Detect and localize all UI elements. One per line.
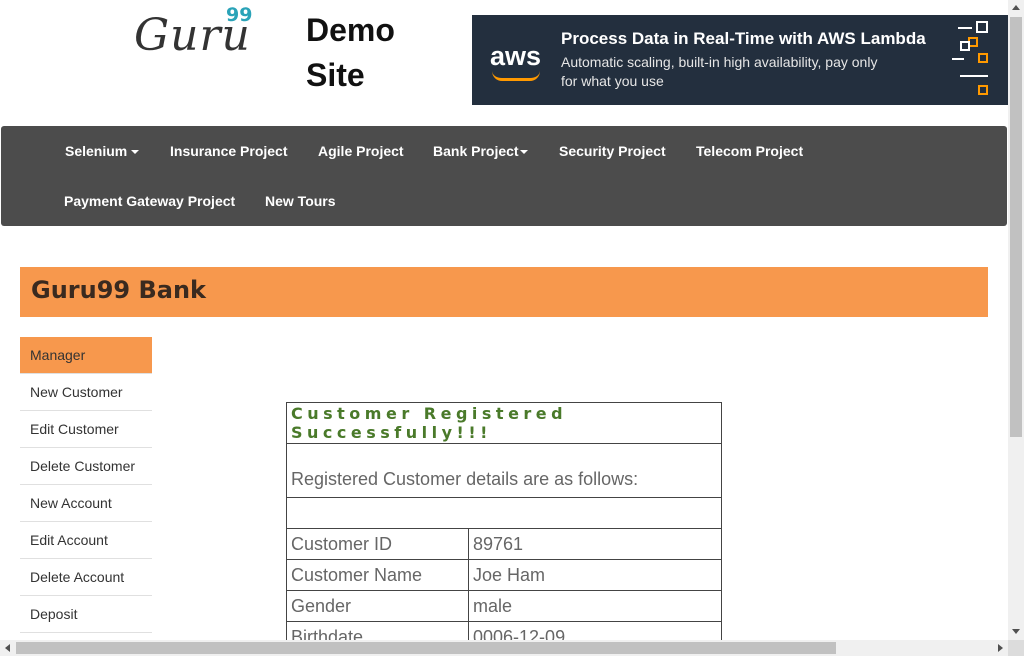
sidebar-item-new-account[interactable]: New Account — [20, 485, 152, 522]
bank-title: Guru99 Bank — [31, 276, 206, 304]
logo-superscript: 99 — [226, 4, 253, 26]
scroll-left-icon[interactable] — [5, 644, 10, 652]
caret-down-icon — [131, 150, 140, 155]
nav-item-security-project[interactable]: Security Project — [559, 143, 666, 159]
ad-subtext: Automatic scaling, built-in high availab… — [561, 54, 878, 89]
customer-details-table: Customer Registered Successfully!!! Regi… — [286, 402, 722, 653]
nav-item-agile-project[interactable]: Agile Project — [318, 143, 404, 159]
nav-item-insurance-project[interactable]: Insurance Project — [170, 143, 288, 159]
horizontal-scroll-thumb[interactable] — [16, 642, 836, 654]
aws-smile-icon — [492, 71, 540, 81]
nav-item-telecom-project[interactable]: Telecom Project — [696, 143, 803, 159]
sidebar-menu: Manager New Customer Edit Customer Delet… — [20, 337, 152, 633]
sidebar-item-edit-account[interactable]: Edit Account — [20, 522, 152, 559]
table-row: Customer ID 89761 — [286, 528, 722, 560]
sidebar-item-edit-customer[interactable]: Edit Customer — [20, 411, 152, 448]
scroll-up-icon[interactable] — [1012, 5, 1020, 10]
row-value: Joe Ham — [468, 559, 722, 591]
sidebar-item-delete-customer[interactable]: Delete Customer — [20, 448, 152, 485]
nav-item-selenium[interactable]: Selenium — [65, 143, 140, 159]
aws-logo: aws — [490, 41, 542, 71]
details-description: Registered Customer details are as follo… — [286, 443, 722, 498]
sidebar-item-new-customer[interactable]: New Customer — [20, 374, 152, 411]
nav-item-bank-project[interactable]: Bank Project — [433, 143, 528, 159]
sidebar-item-delete-account[interactable]: Delete Account — [20, 559, 152, 596]
scroll-right-icon[interactable] — [998, 644, 1003, 652]
success-heading: Customer Registered Successfully!!! — [286, 402, 722, 444]
ad-banner[interactable]: aws Process Data in Real-Time with AWS L… — [472, 15, 1008, 105]
row-value: 89761 — [468, 528, 722, 560]
nav-item-new-tours[interactable]: New Tours — [265, 193, 336, 209]
scrollbar-corner — [1008, 640, 1024, 656]
main-nav: Selenium Insurance Project Agile Project… — [1, 126, 1007, 226]
row-key: Gender — [286, 590, 469, 622]
blank-row — [286, 497, 722, 529]
sidebar-item-deposit[interactable]: Deposit — [20, 596, 152, 633]
scroll-down-icon[interactable] — [1012, 629, 1020, 634]
site-title: Demo Site — [306, 12, 395, 93]
nav-label: Bank Project — [433, 143, 519, 159]
guru99-logo[interactable]: Guru 99 — [134, 4, 254, 61]
horizontal-scrollbar[interactable] — [0, 640, 1008, 656]
row-value: male — [468, 590, 722, 622]
vertical-scroll-thumb[interactable] — [1010, 17, 1022, 437]
ad-decoration-icon — [952, 15, 1008, 105]
page: Guru 99 Demo Site aws Process Data in Re… — [0, 0, 1024, 656]
ad-headline: Process Data in Real-Time with AWS Lambd… — [561, 29, 926, 48]
caret-down-icon — [519, 150, 528, 155]
nav-item-payment-gateway-project[interactable]: Payment Gateway Project — [64, 193, 235, 209]
row-key: Customer Name — [286, 559, 469, 591]
row-key: Customer ID — [286, 528, 469, 560]
nav-label: Selenium — [65, 143, 128, 159]
table-row: Customer Name Joe Ham — [286, 559, 722, 591]
table-row: Gender male — [286, 590, 722, 622]
vertical-scrollbar[interactable] — [1008, 0, 1024, 640]
sidebar-item-manager[interactable]: Manager — [20, 337, 152, 374]
bank-header: Guru99 Bank — [20, 267, 988, 317]
